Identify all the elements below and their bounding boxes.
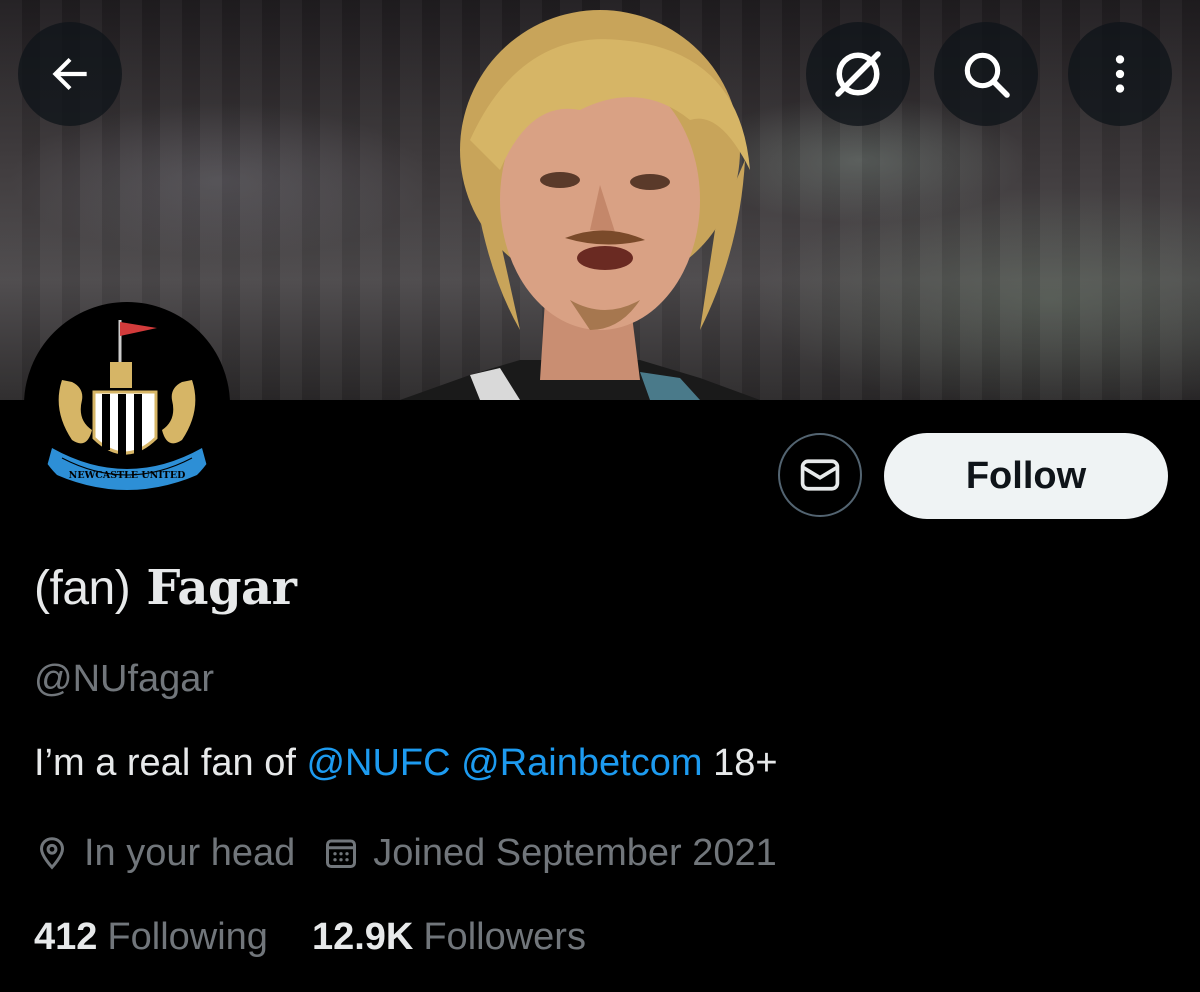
back-button[interactable] xyxy=(18,22,122,126)
following-count: 412 xyxy=(34,916,98,958)
followers-link[interactable]: 12.9K Followers xyxy=(312,916,586,959)
location-text: In your head xyxy=(84,831,296,874)
display-name-main: Fagar xyxy=(146,560,297,616)
profile-avatar[interactable]: NEWCASTLE UNITED xyxy=(24,302,230,508)
bio-mention-nufc[interactable]: @NUFC xyxy=(306,742,450,784)
joined-text: Joined September 2021 xyxy=(373,831,777,874)
joined-item: Joined September 2021 xyxy=(323,832,777,875)
follow-button[interactable]: Follow xyxy=(884,433,1168,519)
search-button[interactable] xyxy=(934,22,1038,126)
location-pin-icon xyxy=(39,837,65,870)
calendar-icon xyxy=(326,839,357,868)
display-name: (fan) Fagar xyxy=(34,560,297,616)
envelope-icon xyxy=(800,459,840,491)
following-link[interactable]: 412 Following xyxy=(34,916,268,959)
more-vertical-icon xyxy=(1115,55,1125,93)
bio-text: I’m a real fan of xyxy=(34,742,307,784)
bio-mention-rainbetcom[interactable]: @Rainbetcom xyxy=(461,742,702,784)
profile-bio: I’m a real fan of @NUFC @Rainbetcom 18+ xyxy=(34,742,778,785)
arrow-left-icon xyxy=(52,57,87,91)
more-button[interactable] xyxy=(1068,22,1172,126)
following-label: Following xyxy=(107,916,268,958)
bio-suffix: 18+ xyxy=(713,742,778,784)
newcastle-crest-icon: NEWCASTLE UNITED xyxy=(46,320,208,490)
grok-button[interactable] xyxy=(806,22,910,126)
followers-count: 12.9K xyxy=(311,916,414,958)
user-handle: @NUfagar xyxy=(34,658,215,700)
grok-icon xyxy=(835,51,881,97)
profile-stats: 412 Following 12.9K Followers xyxy=(34,916,630,959)
search-icon xyxy=(964,52,1010,98)
followers-label: Followers xyxy=(423,916,586,958)
location-item: In your head xyxy=(34,832,295,875)
crest-text: NEWCASTLE UNITED xyxy=(69,470,186,481)
message-button[interactable] xyxy=(778,433,862,517)
profile-meta: In your head Joined September 2021 xyxy=(34,830,805,876)
display-name-prefix: (fan) xyxy=(34,562,131,615)
